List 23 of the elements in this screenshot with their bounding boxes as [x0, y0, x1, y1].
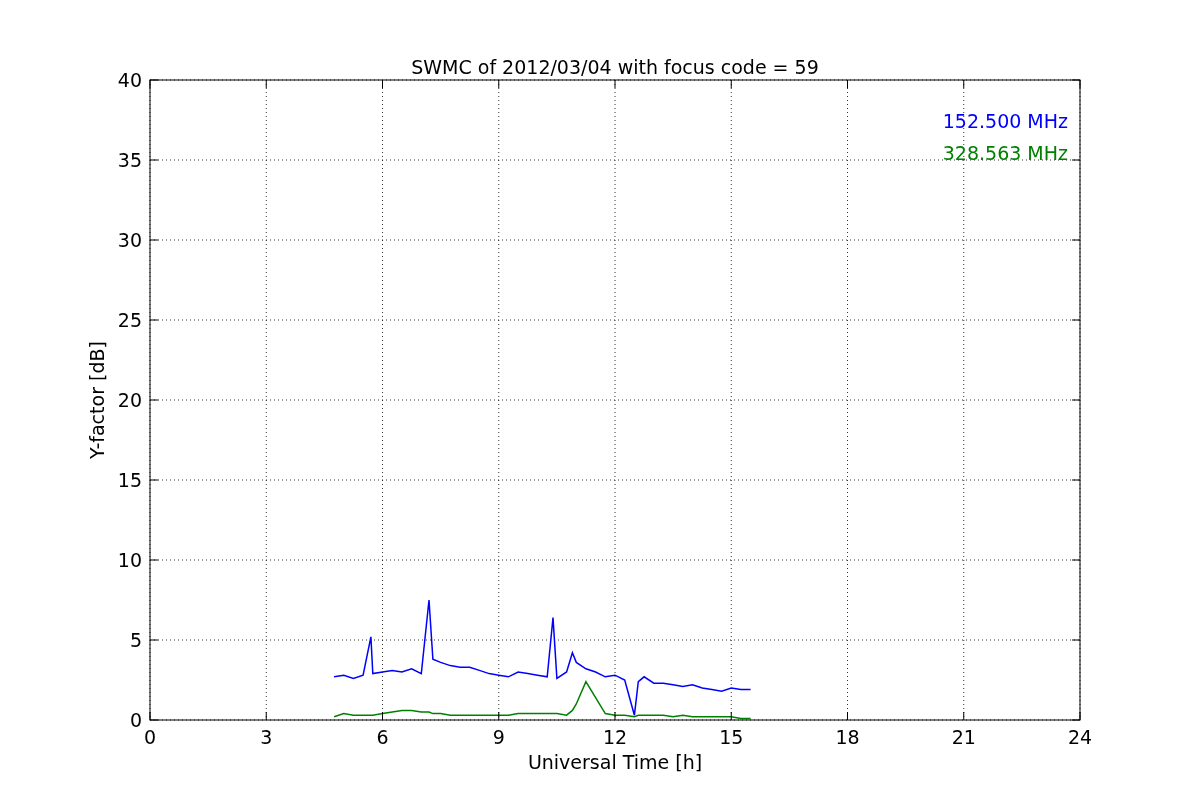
y-tick-label: 10 [117, 549, 142, 571]
legend-label: 152.500 MHz [942, 110, 1068, 132]
y-tick-label: 25 [117, 309, 142, 331]
y-tick-label: 40 [117, 69, 142, 91]
x-axis-label: Universal Time [h] [527, 751, 703, 773]
y-tick-label: 5 [129, 629, 142, 651]
y-tick-label: 30 [117, 229, 142, 251]
x-tick-label: 3 [260, 726, 273, 748]
x-tick-label: 9 [492, 726, 505, 748]
y-tick-label: 15 [117, 469, 142, 491]
x-tick-label: 0 [143, 726, 157, 748]
chart-title: SWMC of 2012/03/04 with focus code = 59 [411, 56, 819, 78]
x-tick-label: 18 [835, 726, 860, 748]
x-tick-label: 6 [376, 726, 389, 748]
legend-label: 328.563 MHz [942, 142, 1068, 164]
y-tick-label: 20 [117, 389, 142, 411]
x-tick-label: 12 [602, 726, 628, 748]
y-tick-label: 0 [129, 709, 142, 731]
y-tick-label: 35 [117, 149, 142, 171]
y-axis-label: Y-factor [dB] [86, 341, 108, 459]
x-tick-label: 15 [719, 726, 744, 748]
x-tick-label: 21 [951, 726, 976, 748]
x-tick-label: 24 [1067, 726, 1093, 748]
